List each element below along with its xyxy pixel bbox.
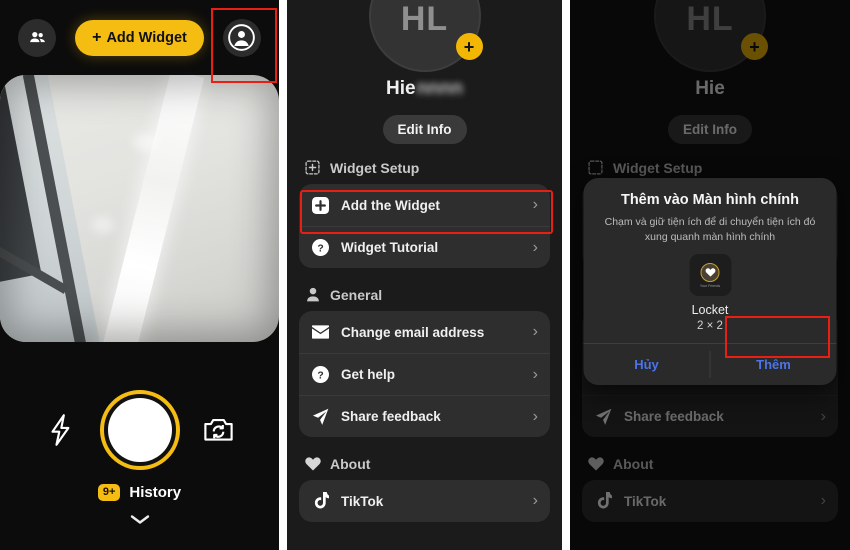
- row-label: Widget Tutorial: [341, 240, 439, 255]
- person-circle-icon: [228, 24, 256, 51]
- chevron-right-icon: ›: [532, 323, 538, 340]
- chevron-right-icon: ›: [532, 407, 538, 425]
- chevron-down-icon: [130, 515, 149, 524]
- dialog-subtitle: Chạm và giữ tiện ích để di chuyển tiện í…: [604, 216, 816, 244]
- section-header-widget-setup: Widget Setup: [287, 158, 562, 177]
- row-share-feedback[interactable]: Share feedback ›: [299, 395, 550, 437]
- flash-button[interactable]: [22, 413, 100, 447]
- add-to-home-screen-dialog: Thêm vào Màn hình chính Chạm và giữ tiện…: [583, 178, 837, 386]
- username-visible: Hie: [385, 78, 416, 99]
- widget-preview: Your Friends: [689, 254, 731, 297]
- row-get-help[interactable]: ? Get help ›: [299, 353, 550, 395]
- cancel-button[interactable]: Hủy: [584, 344, 710, 385]
- camera-panel: + Add Widget 9+ History: [0, 0, 279, 550]
- camera-preview-image: [0, 75, 279, 342]
- row-label: Share feedback: [341, 409, 441, 424]
- username: Hiennnn: [287, 78, 562, 100]
- settings-list: Widget Setup Add the Widget ›: [287, 158, 562, 522]
- flip-camera-button[interactable]: [180, 416, 258, 444]
- dialog-title: Thêm vào Màn hình chính: [620, 192, 800, 208]
- camera-topbar: + Add Widget: [0, 0, 279, 75]
- chevron-right-icon: ›: [532, 238, 538, 256]
- section-header-about: About: [287, 454, 562, 473]
- row-widget-tutorial[interactable]: ? Widget Tutorial ›: [299, 226, 550, 268]
- settings-sheet: HL + Hiennnn Edit Info Widget Setup Add …: [287, 0, 562, 550]
- history-badge: 9+: [97, 484, 121, 501]
- question-circle-icon: ?: [311, 365, 330, 384]
- avatar-initials: HL: [400, 0, 449, 38]
- add-widget-button[interactable]: + Add Widget: [75, 19, 204, 56]
- widget-size: 2 × 2: [697, 320, 723, 333]
- avatar-wrap: HL +: [368, 0, 483, 72]
- paper-plane-icon: [311, 407, 330, 426]
- dialog-actions: Hủy Thêm: [583, 343, 837, 385]
- widget-preview-caption: Your Friends: [699, 283, 721, 288]
- chevron-right-icon: ›: [532, 492, 538, 509]
- camera-flip-icon: [204, 419, 233, 441]
- dialog-panel: HL + Hie Edit Info Widget Setup: [570, 0, 850, 550]
- avatar-add-photo-button[interactable]: +: [455, 33, 483, 60]
- chevron-right-icon: ›: [532, 196, 538, 213]
- shutter-inner: [107, 398, 172, 462]
- history-row[interactable]: 9+ History: [0, 484, 279, 501]
- section-title: About: [330, 455, 371, 472]
- row-tiktok[interactable]: TikTok ›: [299, 480, 550, 522]
- shutter-button[interactable]: [99, 390, 180, 470]
- locket-heart-widget-icon: [700, 262, 720, 282]
- row-label: Get help: [341, 367, 396, 382]
- username-blurred: nnnn: [416, 78, 463, 99]
- row-label: Add the Widget: [341, 197, 440, 213]
- question-circle-icon: ?: [311, 238, 330, 257]
- svg-text:?: ?: [317, 370, 323, 381]
- people-icon: [29, 32, 45, 43]
- chevron-right-icon: ›: [532, 365, 538, 383]
- section-title: Widget Setup: [330, 159, 420, 176]
- add-widget-label: Add Widget: [106, 29, 187, 46]
- row-label: TikTok: [341, 493, 384, 509]
- svg-text:?: ?: [317, 243, 323, 254]
- edit-info-button[interactable]: Edit Info: [382, 115, 467, 144]
- plus-icon: +: [92, 28, 102, 46]
- row-label: Change email address: [341, 324, 485, 340]
- settings-panel: HL + Hiennnn Edit Info Widget Setup Add …: [287, 0, 562, 550]
- screenshot-stage: + Add Widget 9+ History HL + Hiennnn Edi…: [0, 0, 850, 550]
- friends-button[interactable]: [18, 18, 56, 57]
- person-icon: [303, 285, 322, 304]
- flash-bolt-icon: [50, 414, 69, 446]
- profile-button[interactable]: [222, 18, 261, 57]
- row-change-email-address[interactable]: Change email address ›: [299, 311, 550, 353]
- camera-controls: [0, 380, 279, 480]
- tiktok-icon: [311, 492, 330, 511]
- widget-add-icon: [303, 158, 322, 177]
- row-add-the-widget[interactable]: Add the Widget ›: [299, 184, 550, 226]
- plus-square-icon: [311, 196, 330, 215]
- history-chevron[interactable]: [0, 512, 279, 530]
- widget-name: Locket: [691, 303, 729, 318]
- heart-icon: [303, 454, 322, 473]
- confirm-button[interactable]: Thêm: [711, 344, 837, 385]
- card-widget-setup: Add the Widget › ? Widget Tutorial ›: [299, 184, 550, 268]
- card-general: Change email address › ? Get help ›: [299, 311, 550, 437]
- section-header-general: General: [287, 285, 562, 304]
- history-label: History: [129, 484, 182, 501]
- section-title: General: [330, 286, 383, 303]
- envelope-icon: [311, 323, 330, 342]
- camera-preview: [0, 75, 279, 342]
- card-about: TikTok ›: [299, 480, 550, 522]
